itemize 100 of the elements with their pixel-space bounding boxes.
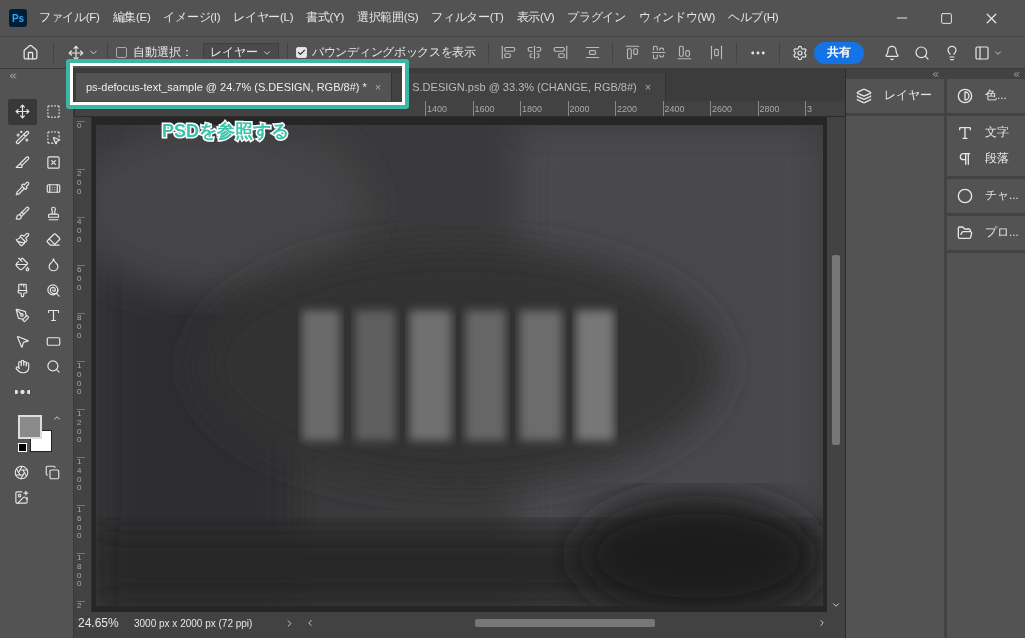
default-colors-icon[interactable] (18, 443, 27, 452)
collapse-icon[interactable] (931, 69, 940, 79)
checkbox-label: 自動選択： (133, 44, 193, 60)
align-right-icon[interactable] (552, 45, 568, 60)
search-icon[interactable] (914, 44, 930, 61)
bell-icon[interactable] (884, 44, 900, 61)
quick-mask-icon[interactable] (14, 465, 29, 480)
image-edit-icon[interactable] (14, 490, 29, 505)
pilcrow-icon (957, 151, 973, 167)
share-button[interactable]: 共有 (814, 41, 864, 64)
marquee-icon (46, 104, 61, 120)
document-tab[interactable]: S.DESIGN.psb @ 33.3% (CHANGE, RGB/8#) × (392, 73, 667, 101)
eyedropper-icon (15, 180, 30, 196)
document-tab[interactable]: ps-defocus-text_sample @ 24.7% (S.DESIGN, RGB/8#) * × (76, 73, 393, 101)
scroll-down-icon[interactable] (831, 600, 841, 610)
more-icon (15, 390, 30, 395)
circle-icon (957, 188, 973, 204)
zoom-level[interactable]: 24.65% (78, 614, 134, 632)
ruler-label: 0 (77, 121, 85, 169)
eraser-icon (46, 231, 61, 247)
menu-item[interactable]: イメージ(I) (163, 9, 221, 27)
ruler-label: 2600 (710, 101, 758, 116)
brush-icon (15, 282, 30, 298)
type-icon (46, 308, 61, 324)
menu-item[interactable]: 選択範囲(S) (357, 9, 419, 27)
document-size: 3000 px x 2000 px (72 ppi) (134, 616, 254, 631)
panel-button[interactable]: 文字 (947, 120, 1025, 146)
menu-item[interactable]: 表示(V) (516, 9, 555, 27)
app-logo: Ps (9, 9, 27, 27)
layers-icon (856, 88, 872, 104)
ruler-label: 200 (77, 169, 85, 217)
menu-item[interactable]: 編集(E) (112, 9, 151, 27)
menu-item[interactable]: ヘルプ(H) (728, 9, 779, 27)
move-icon (15, 104, 30, 120)
menu-item[interactable]: フィルター(T) (431, 9, 504, 27)
ruler-label: 1400 (77, 457, 85, 505)
tool-button[interactable] (8, 99, 37, 125)
ruler-label: 800 (77, 313, 85, 361)
hand-icon (15, 359, 30, 375)
checkbox-label: バウンディングボックスを表示 (312, 44, 476, 60)
scrollbar-thumb[interactable] (475, 619, 655, 627)
folder-icon (957, 225, 973, 241)
screen-mode-icon[interactable] (45, 465, 60, 480)
scrollbar-thumb[interactable] (832, 255, 840, 445)
tab-close[interactable]: × (374, 78, 382, 96)
distribute-icon[interactable] (584, 45, 600, 60)
checkbox[interactable] (116, 47, 127, 58)
lightbulb-icon[interactable] (944, 44, 960, 61)
ruler-label: 1000 (77, 361, 85, 409)
frame-icon (46, 155, 61, 171)
scroll-left-icon[interactable] (305, 618, 315, 628)
maximize-icon[interactable] (940, 11, 953, 25)
knife-icon (15, 155, 30, 171)
tab-title: ps-defocus-text_sample @ 24.7% (S.DESIGN, RGB/8#) * (86, 79, 367, 95)
align-bottom-icon[interactable] (676, 45, 692, 60)
zoom-icon (46, 359, 61, 375)
tab-close[interactable]: × (644, 78, 652, 96)
menu-item[interactable]: ファイル(F) (39, 9, 100, 27)
align-left-icon[interactable] (500, 45, 516, 60)
tab-title: S.DESIGN.psb @ 33.3% (CHANGE, RGB/8#) (412, 79, 637, 95)
align-top-icon[interactable] (624, 45, 640, 60)
half-circle-icon (957, 88, 973, 104)
align-middle-icon[interactable] (650, 45, 666, 60)
paint-bucket-icon (15, 257, 30, 273)
wand-icon (15, 129, 30, 145)
move-icon[interactable] (68, 44, 84, 61)
callout-text: PSDを参照する (162, 120, 289, 143)
ruler-label: 400 (77, 217, 85, 265)
ruler-label: 1600 (472, 101, 520, 116)
ruler-label: 2000 (567, 101, 615, 116)
home-icon[interactable] (22, 44, 39, 61)
pen-icon (15, 308, 30, 324)
ruler-label: 1200 (77, 409, 85, 457)
ruler-label: 2400 (662, 101, 710, 116)
workspace-icon[interactable] (974, 44, 990, 61)
pointer-icon (15, 333, 30, 349)
ruler-label: 1800 (77, 553, 85, 601)
ruler-label: 1600 (77, 505, 85, 553)
panel-button[interactable]: 色... (947, 83, 1025, 109)
droplet-icon (46, 257, 61, 273)
paintbrush-icon (15, 231, 30, 247)
scroll-right-icon[interactable] (817, 618, 827, 628)
distribute-icon[interactable] (708, 45, 724, 60)
ruler-label: 1400 (425, 101, 473, 116)
ruler-label: 1800 (520, 101, 568, 116)
collapse-icon[interactable] (8, 71, 18, 81)
horizontal-scrollbar[interactable] (305, 616, 827, 630)
align-center-icon[interactable] (526, 45, 542, 60)
settings-icon[interactable] (791, 44, 808, 61)
menu-item[interactable]: レイヤー(L) (233, 9, 294, 27)
selection-pointer-icon (46, 129, 61, 145)
panel-button[interactable]: 段落 (947, 146, 1025, 172)
collapse-icon[interactable] (1012, 69, 1021, 79)
panel-button[interactable]: チャ... (947, 183, 1025, 209)
color-swatches[interactable] (18, 415, 52, 452)
panel-button[interactable]: プロ... (947, 220, 1025, 246)
menu-item[interactable]: ウィンドウ(W) (638, 9, 716, 27)
menu-item[interactable]: 書式(Y) (306, 9, 344, 27)
ruler-label: 2200 (615, 101, 663, 116)
menu-item[interactable]: プラグイン (567, 9, 626, 27)
